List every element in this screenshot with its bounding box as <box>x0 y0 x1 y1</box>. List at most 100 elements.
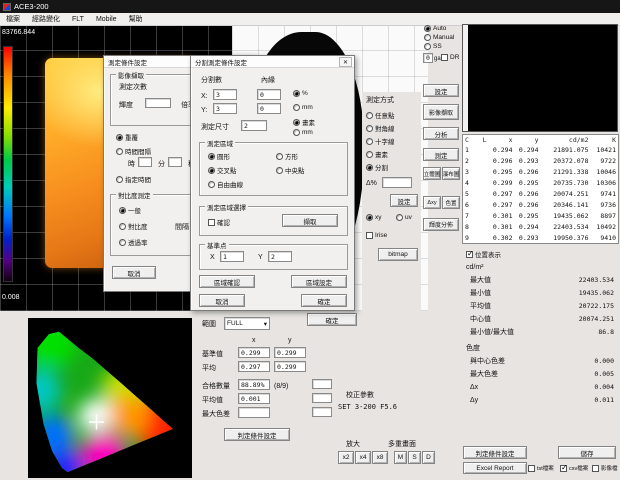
x-division-field[interactable]: 3 <box>213 89 237 100</box>
stereo-button[interactable]: 立體圖 <box>423 167 441 180</box>
reference-y-field[interactable]: 0.299 <box>274 347 306 358</box>
measure-size-field[interactable]: 2 <box>241 120 267 131</box>
grab-button[interactable]: 擷取 <box>282 214 338 227</box>
menu-flt[interactable]: FLT <box>66 16 90 23</box>
delta-percent-field[interactable] <box>382 177 412 188</box>
base-y-field[interactable]: 2 <box>268 251 292 262</box>
measure-mode-ok-button[interactable]: 確定 <box>307 313 357 326</box>
appointed-time-radio[interactable]: 指定時間 <box>116 174 151 184</box>
color-position-button[interactable]: 色置 <box>442 196 460 209</box>
percent-radio[interactable]: % <box>293 90 308 97</box>
table-row[interactable]: 30.2950.29621291.33810046 <box>463 167 619 178</box>
title-bar[interactable]: ACE3-200 <box>0 0 620 13</box>
set-button[interactable]: 設定 <box>423 84 459 97</box>
range-select[interactable]: FULL ▾ <box>224 317 270 330</box>
y-inner-field[interactable]: 0 <box>257 103 281 114</box>
split-dialog-cancel-button[interactable]: 取消 <box>199 294 245 307</box>
waterfall-button[interactable]: 瀑布圖 <box>442 167 460 180</box>
manual-radio[interactable]: Manual <box>424 34 454 41</box>
table-row[interactable]: 10.2940.29421891.07510421 <box>463 145 619 156</box>
hour-field[interactable] <box>138 157 152 167</box>
free-curve-radio[interactable]: 自由曲線 <box>208 179 243 189</box>
image-capture-button[interactable]: 影像擷取 <box>423 104 459 120</box>
table-row[interactable]: 60.2970.29620346.1419736 <box>463 199 619 210</box>
average-x-field[interactable]: 0.297 <box>238 361 270 372</box>
auto-radio[interactable]: Auto <box>424 25 446 32</box>
table-row[interactable]: 40.2990.29520735.73010306 <box>463 178 619 189</box>
mm-radio[interactable]: mm <box>293 104 313 111</box>
delta-xy-button[interactable]: Δxy <box>423 196 441 209</box>
reference-x-field[interactable]: 0.299 <box>238 347 270 358</box>
transmittance-radio[interactable]: 透過率 <box>119 237 148 247</box>
excel-report-button[interactable]: Excel Report <box>463 462 527 474</box>
contrast-radio[interactable]: 對比度 <box>119 221 148 231</box>
mode-pixel-radio[interactable]: 畫素 <box>366 149 388 159</box>
bitmap-button[interactable]: bitmap <box>378 248 418 261</box>
size-mm-radio[interactable]: mm <box>293 129 313 136</box>
split-dialog-ok-button[interactable]: 確定 <box>301 294 347 307</box>
dialog-title-bar[interactable]: 分割測定條件設定 <box>191 56 354 68</box>
area-confirm-button[interactable]: 區域確認 <box>199 275 255 288</box>
zoom-x4-button[interactable]: x4 <box>355 451 371 464</box>
close-icon[interactable]: ✕ <box>339 57 352 67</box>
xy-radio[interactable]: xy <box>366 214 382 221</box>
table-row[interactable]: 50.2970.29620074.2519741 <box>463 189 619 200</box>
csv-file-checkbox[interactable]: csv檔案 <box>560 464 588 472</box>
position-display-checkbox[interactable]: 位置表示 <box>466 249 501 259</box>
multi-m-button[interactable]: M <box>394 451 407 464</box>
time-interval-radio[interactable]: 時間間隔 <box>116 146 151 156</box>
pixel-radio[interactable]: 畫素 <box>293 117 315 127</box>
measurement-table[interactable]: CLxycd/m2K 10.2940.29421891.0751042120.2… <box>462 134 619 244</box>
measure-button[interactable]: 測定 <box>423 148 459 161</box>
mode-point-radio[interactable]: 任意點 <box>366 110 395 120</box>
table-row[interactable]: 90.3020.29319950.3769410 <box>463 232 619 244</box>
pass-count-field[interactable]: 88.89% <box>238 379 270 390</box>
y-division-field[interactable]: 3 <box>213 103 237 114</box>
menu-path-change[interactable]: 經路變化 <box>26 14 66 24</box>
cross-point-radio[interactable]: 交叉點 <box>208 165 237 175</box>
table-row[interactable]: 20.2960.29320372.0789722 <box>463 156 619 167</box>
mean-field[interactable]: 0.001 <box>238 393 270 404</box>
repeat-radio[interactable]: 重覆 <box>116 132 138 142</box>
mode-diagonal-radio[interactable]: 對角線 <box>366 123 395 133</box>
luminance-field[interactable] <box>145 98 171 108</box>
tst-file-checkbox[interactable]: tst檔案 <box>528 464 554 472</box>
mode-cross-radio[interactable]: 十字線 <box>366 136 395 146</box>
max-color-diff-field[interactable] <box>238 407 270 418</box>
confirm-checkbox[interactable]: 確認 <box>208 217 230 227</box>
stats-judge-condition-button[interactable]: 判定條件設定 <box>463 446 527 459</box>
zoom-x8-button[interactable]: x8 <box>372 451 388 464</box>
gain-field[interactable]: 0 <box>423 53 433 63</box>
multi-d-button[interactable]: D <box>422 451 435 464</box>
mode-split-radio[interactable]: 分割 <box>366 162 388 172</box>
table-row[interactable]: 80.3010.29422403.53410492 <box>463 221 619 232</box>
menu-mobile[interactable]: Mobile <box>90 16 123 23</box>
cie-diagram-panel[interactable] <box>28 318 192 478</box>
table-row[interactable]: 70.3010.29519435.0628897 <box>463 210 619 221</box>
mode-set-button[interactable]: 設定 <box>390 194 418 207</box>
zoom-x2-button[interactable]: x2 <box>338 451 354 464</box>
square-radio[interactable]: 方形 <box>276 151 298 161</box>
ss-radio[interactable]: SS <box>424 43 442 50</box>
center-point-radio[interactable]: 中央點 <box>276 165 305 175</box>
judge-condition-button[interactable]: 判定條件設定 <box>224 428 290 441</box>
uv-radio[interactable]: uv <box>396 214 412 221</box>
x-inner-field[interactable]: 0 <box>257 89 281 100</box>
result-image-display[interactable] <box>462 24 618 132</box>
menu-file[interactable]: 檔案 <box>0 14 26 24</box>
irise-checkbox[interactable]: Irise <box>366 232 387 239</box>
menu-help[interactable]: 幫助 <box>123 14 149 24</box>
save-button[interactable]: 儲存 <box>558 446 616 459</box>
image-file-checkbox[interactable]: 影像檔 <box>592 464 618 472</box>
normal-radio[interactable]: 一般 <box>119 205 141 215</box>
measure-dialog-cancel-button[interactable]: 取消 <box>112 266 156 279</box>
average-y-field[interactable]: 0.299 <box>274 361 306 372</box>
analyze-button[interactable]: 分析 <box>423 127 459 140</box>
base-x-field[interactable]: 1 <box>220 251 244 262</box>
circle-radio[interactable]: 圓形 <box>208 151 230 161</box>
dr-checkbox[interactable]: DR <box>441 54 459 61</box>
luminance-distribution-button[interactable]: 輝度分佈 <box>423 218 459 231</box>
multi-s-button[interactable]: S <box>408 451 421 464</box>
area-set-button[interactable]: 區域設定 <box>291 275 347 288</box>
minute-field[interactable] <box>168 157 182 167</box>
